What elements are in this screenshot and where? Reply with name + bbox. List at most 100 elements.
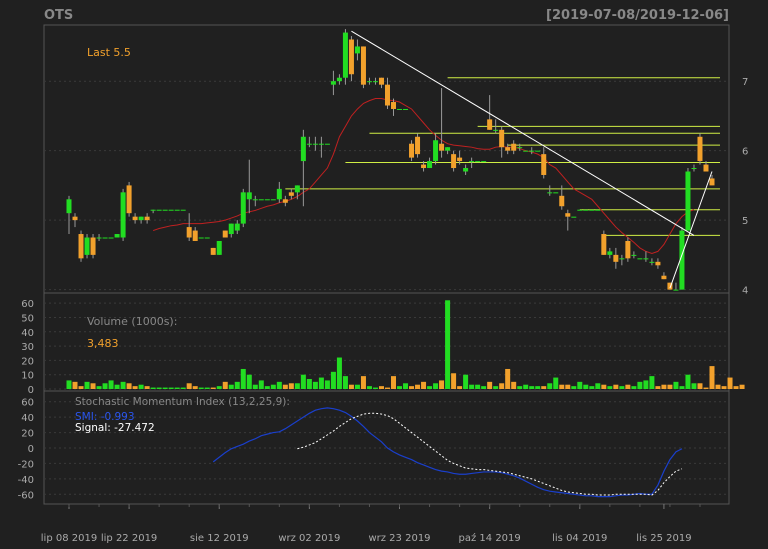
volume-bar (451, 373, 457, 389)
volume-bar (631, 386, 637, 389)
volume-bar (252, 384, 258, 389)
candle-body-down (186, 227, 192, 238)
volume-bar (72, 381, 78, 389)
volume-tick-label: 60 (21, 299, 34, 310)
candle-body-down (511, 143, 517, 151)
candle-body-down (625, 240, 631, 259)
candle-body-up (330, 81, 336, 85)
candle-body-up (294, 185, 300, 193)
volume-bar (595, 383, 601, 389)
x-tick-label: lip 22 2019 (101, 533, 157, 544)
volume-bar (372, 387, 378, 389)
candle-body-down (457, 157, 463, 162)
volume-bar (120, 381, 126, 389)
candle-body-up (156, 209, 162, 211)
candle-body-down (360, 46, 366, 85)
candle-body-down (541, 154, 547, 175)
candle-body-up (66, 199, 72, 214)
volume-bar (102, 383, 108, 389)
candle-body-up (318, 143, 324, 145)
candle-body-down (559, 195, 565, 207)
volume-bar (192, 386, 198, 389)
volume-bar (397, 386, 403, 389)
volume-bar (613, 384, 619, 389)
volume-bar (427, 386, 433, 389)
candle-body-up (583, 209, 589, 211)
candle-body-up (366, 81, 372, 83)
volume-bar (198, 387, 204, 389)
volume-bar (288, 383, 294, 389)
candle-body-down (78, 234, 84, 259)
candle-body-up (264, 199, 270, 201)
volume-bar (523, 384, 529, 389)
smi-tick-label: -40 (18, 475, 34, 486)
candle-body-up (198, 237, 204, 239)
volume-bar (360, 376, 366, 389)
candle-body-up (643, 258, 649, 260)
candle-body-up (427, 161, 433, 169)
candle-body-up (246, 192, 252, 200)
volume-bar (378, 386, 384, 389)
volume-bar (463, 374, 469, 389)
volume-bar (601, 384, 607, 389)
volume-bar (96, 386, 102, 389)
candle-body-up (547, 192, 553, 194)
candle-body-up (312, 143, 318, 145)
volume-bar (228, 384, 234, 389)
volume-bar (511, 381, 517, 389)
candle-body-down (499, 129, 505, 148)
candle-body-up (234, 223, 240, 231)
candle-body-up (685, 171, 691, 231)
volume-bar (403, 383, 409, 389)
volume-bar (234, 381, 240, 389)
candle-body-up (306, 143, 312, 145)
chart-background (0, 0, 768, 549)
volume-bar (138, 384, 144, 389)
smi-tick-label: 20 (21, 429, 34, 440)
candle-body-down (126, 185, 132, 214)
candle-body-up (342, 32, 348, 78)
candle-body-up (168, 209, 174, 211)
candle-body-up (523, 150, 529, 152)
candle-body-down (192, 230, 198, 241)
candle-body-up (258, 199, 264, 201)
x-tick-label: paź 14 2019 (459, 532, 521, 544)
candle-body-down (565, 213, 571, 217)
volume-bar (517, 386, 523, 389)
volume-bar (300, 374, 306, 389)
volume-bar (481, 386, 487, 389)
candle-body-down (384, 84, 390, 106)
candle-body-up (433, 140, 439, 162)
volume-bar (667, 384, 673, 389)
volume-bar (445, 300, 451, 389)
volume-bar (270, 384, 276, 389)
volume-bar (733, 386, 739, 389)
candle-body-up (493, 129, 499, 131)
candle-body-up (102, 237, 108, 239)
volume-bar (655, 386, 661, 389)
volume-bar (547, 383, 553, 389)
volume-bar (204, 387, 210, 389)
candle-body-up (372, 81, 378, 83)
candle-body-up (240, 192, 246, 224)
candle-body-up (571, 216, 577, 218)
volume-bar (294, 383, 300, 389)
smi-tick-label: 0 (28, 444, 34, 455)
volume-bar (727, 377, 733, 389)
candle-body-up (595, 209, 601, 211)
volume-bar (391, 376, 397, 389)
volume-bar (583, 384, 589, 389)
candle-body-down (709, 178, 715, 186)
volume-bar (679, 386, 685, 389)
candle-body-down (144, 216, 150, 221)
volume-bar (336, 357, 342, 389)
stock-chart: OTS [2019-07-08/2019-12-06] 4 5 6 7 0 10 20 30 4… (0, 0, 768, 549)
smi-tick-label: 40 (21, 413, 34, 424)
candle-body-up (691, 168, 697, 170)
candle-body-up (637, 258, 643, 260)
volume-bar (607, 386, 613, 389)
price-tick-label: 7 (742, 77, 748, 88)
volume-bar (559, 384, 565, 389)
candle-body-up (577, 209, 583, 211)
candle-body-down (613, 254, 619, 262)
